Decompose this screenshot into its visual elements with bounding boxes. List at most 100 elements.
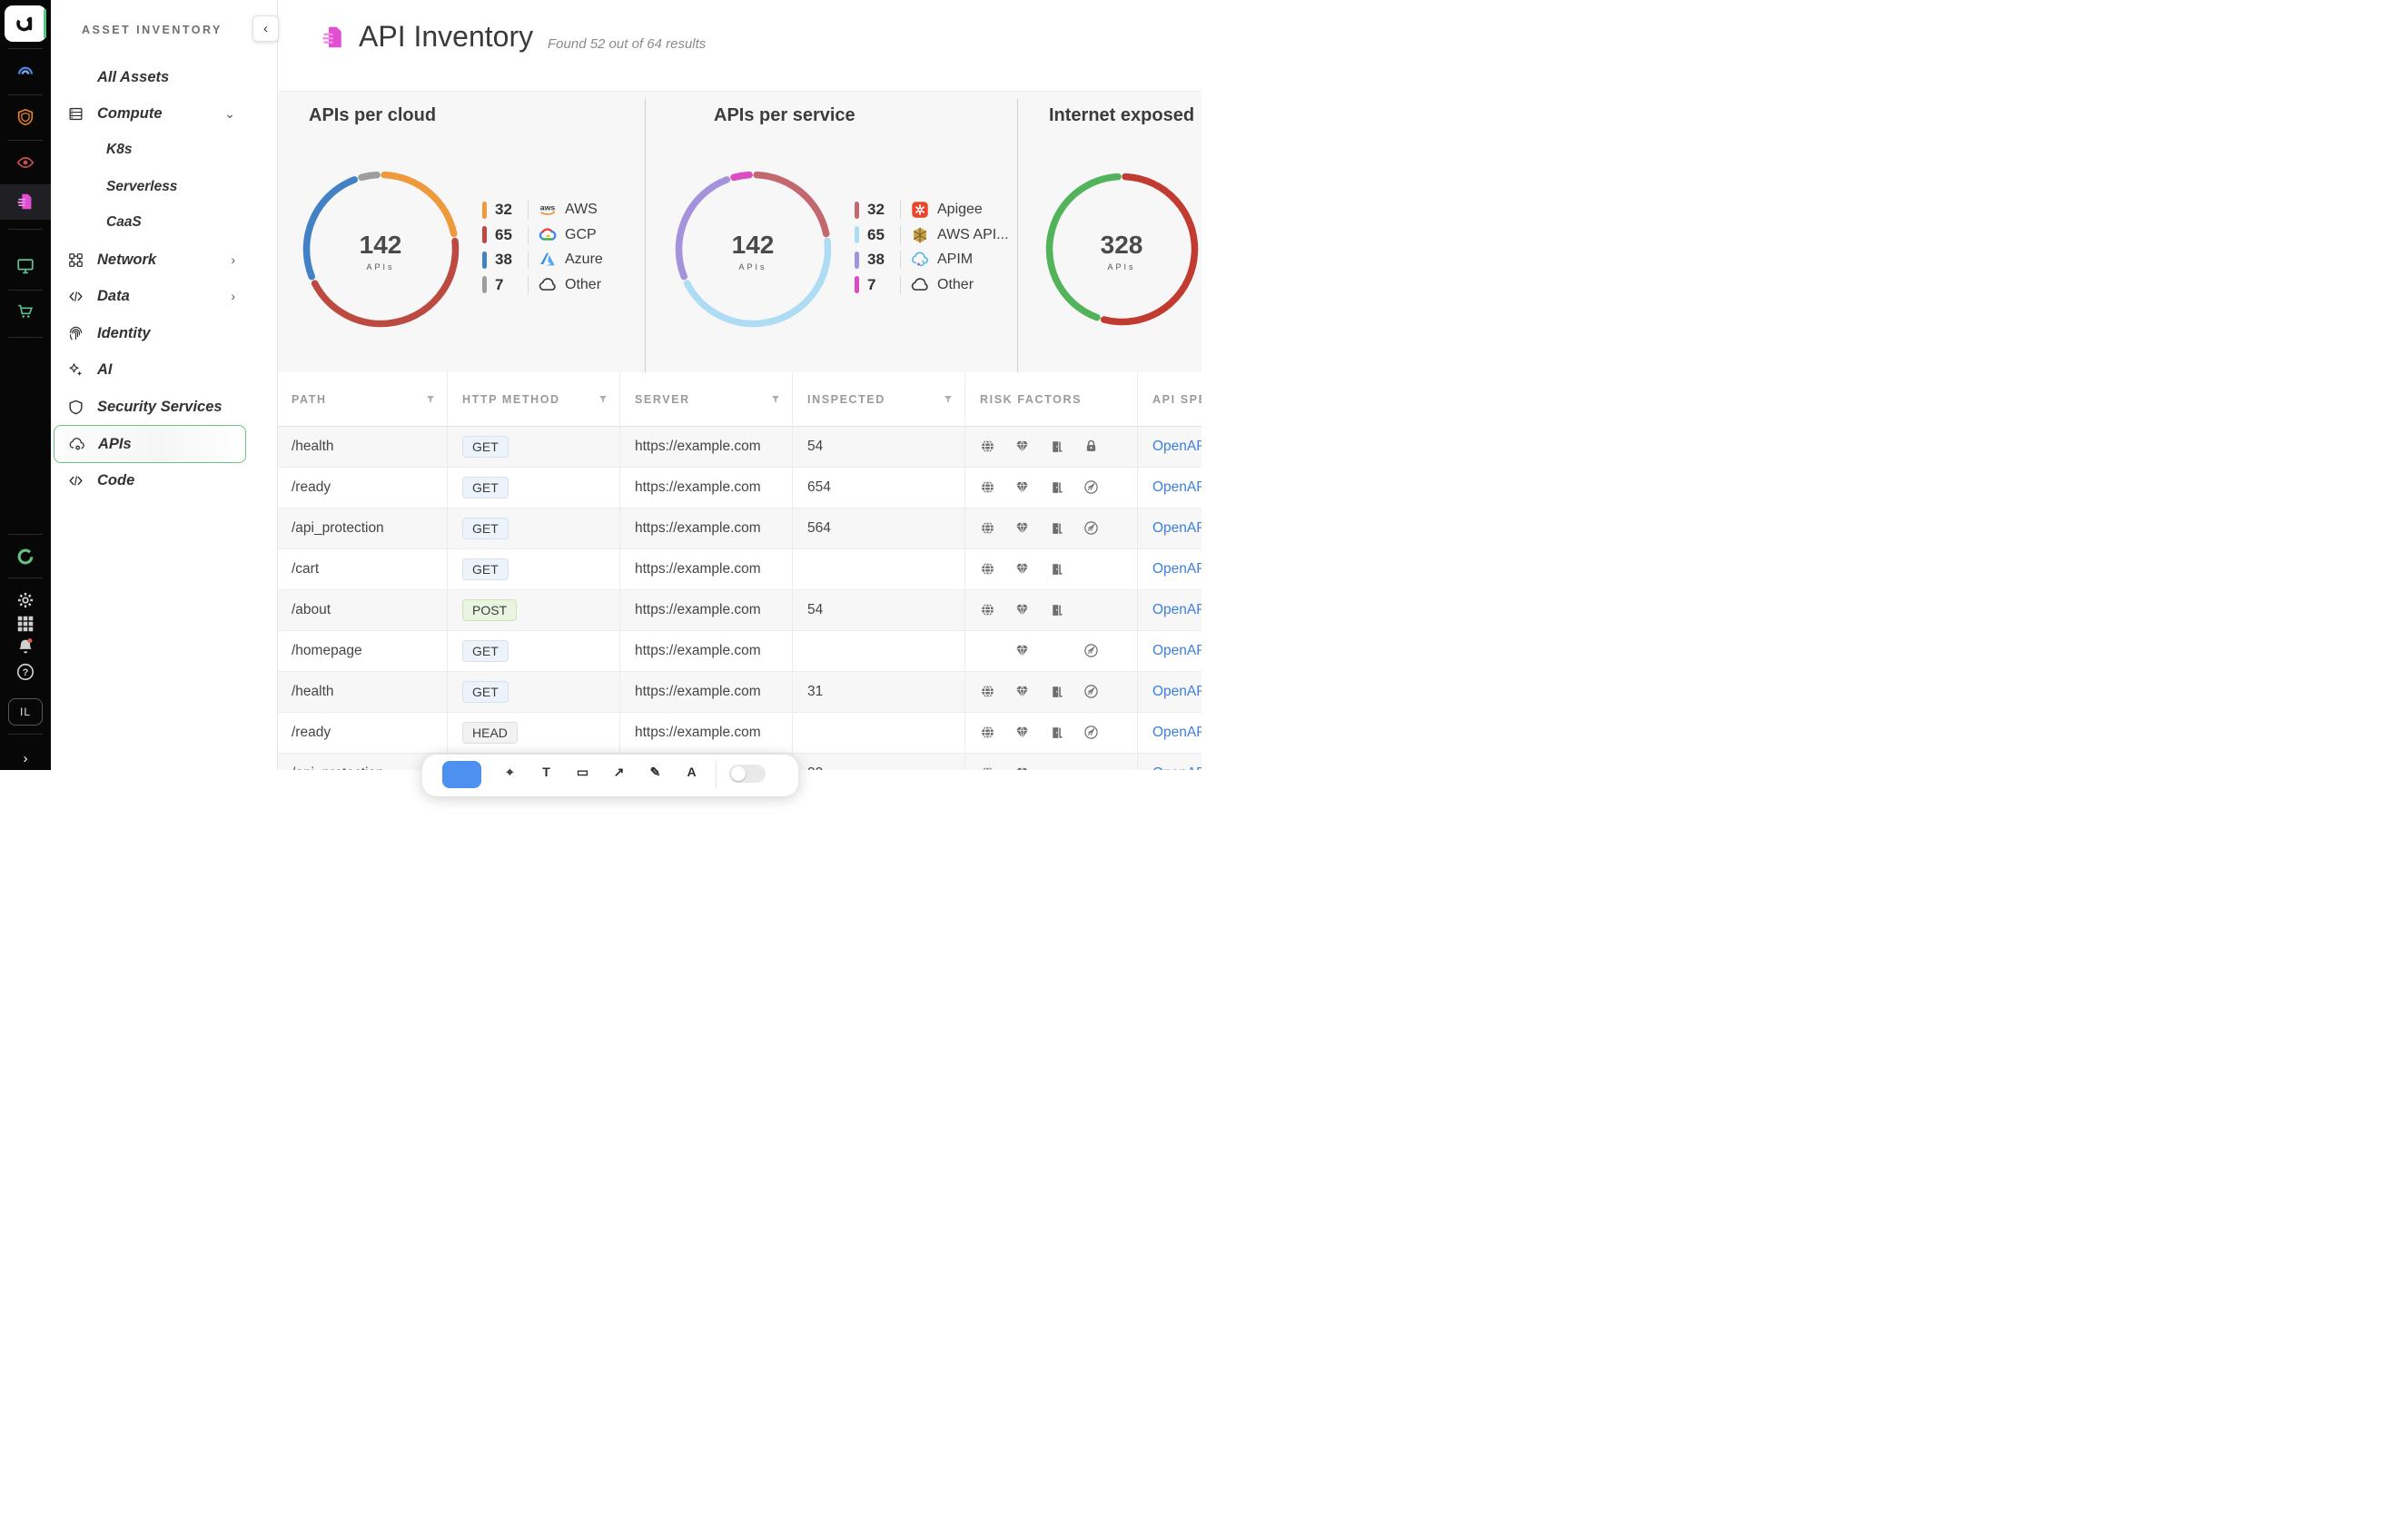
gem-risk-icon <box>1014 765 1049 770</box>
legend-value: 7 <box>495 276 526 294</box>
shape-icon[interactable]: ▭ <box>575 765 590 780</box>
lock-risk-icon <box>1083 439 1118 455</box>
legend-divider <box>900 251 901 269</box>
filter-funnel-icon[interactable] <box>770 394 781 405</box>
table-row[interactable]: /api_protectionGEThttps://example.com564… <box>277 508 1202 549</box>
shield-icon <box>67 399 84 416</box>
empty-risk-slot <box>1083 561 1118 578</box>
avatar[interactable]: IL <box>8 698 43 726</box>
globe-risk-icon <box>980 602 1014 618</box>
table-row[interactable]: /healthGEThttps://example.com31OpenAP <box>277 672 1202 713</box>
api-spec-link[interactable]: OpenAP <box>1152 684 1202 700</box>
sidebar-collapse-button[interactable]: ‹ <box>252 15 279 42</box>
legend-label: GCP <box>565 227 597 243</box>
sidebar-item-label: Security Services <box>97 399 222 416</box>
toolbar-toggle[interactable] <box>729 765 766 783</box>
table-row[interactable]: /homepageGEThttps://example.comOpenAP <box>277 631 1202 672</box>
sidebar-item-code[interactable]: Code <box>54 462 244 499</box>
table-row[interactable]: /readyHEADhttps://example.comOpenAP <box>277 713 1202 754</box>
rail-expand-chevron-icon[interactable]: › <box>24 751 28 766</box>
text-icon[interactable]: T <box>539 764 554 779</box>
arrow-icon[interactable]: ↗ <box>611 765 627 780</box>
sidebar-item-ai[interactable]: AI <box>54 351 244 388</box>
sidebar-item-serverless[interactable]: Serverless <box>54 169 244 205</box>
aws-icon: aws <box>538 200 558 220</box>
legend-divider <box>528 276 529 294</box>
sidebar-item-label: AI <box>97 361 113 379</box>
gem-icon <box>1014 643 1030 658</box>
api-doc-icon[interactable] <box>15 192 35 212</box>
path-value: /health <box>292 439 334 455</box>
door-risk-icon <box>1049 439 1083 455</box>
http-method-badge: POST <box>462 599 517 621</box>
monitor-icon[interactable] <box>15 256 35 276</box>
cart-icon[interactable] <box>15 301 35 321</box>
pen-icon[interactable]: ✎ <box>648 765 663 780</box>
cell-server: https://example.com <box>620 427 793 468</box>
sidebar-item-k8s[interactable]: K8s <box>54 132 244 168</box>
api-spec-link[interactable]: OpenAP <box>1152 439 1202 455</box>
filter-funnel-icon[interactable] <box>425 394 436 405</box>
sidebar-item-security-services[interactable]: Security Services <box>54 389 244 425</box>
legend-label: Azure <box>565 252 603 268</box>
orca-logo-icon <box>15 13 36 35</box>
door-risk-icon <box>1049 561 1083 578</box>
shield-orange-icon[interactable] <box>15 107 35 127</box>
cell-server: https://example.com <box>620 468 793 508</box>
api-spec-link[interactable]: OpenAP <box>1152 561 1202 578</box>
gcp-icon <box>538 225 558 245</box>
api-spec-link[interactable]: OpenAP <box>1152 725 1202 741</box>
table-row[interactable]: /healthGEThttps://example.com54OpenAP <box>277 427 1202 468</box>
rail-divider <box>8 534 43 535</box>
gem-icon <box>1014 561 1030 577</box>
eye-icon[interactable] <box>15 153 35 173</box>
table-row[interactable]: /cartGEThttps://example.comOpenAP <box>277 549 1202 590</box>
results-count: Found 52 out of 64 results <box>548 36 706 52</box>
api-spec-link[interactable]: OpenAP <box>1152 643 1202 659</box>
table-row[interactable]: /aboutPOSThttps://example.com54OpenAP <box>277 590 1202 631</box>
filter-funnel-icon[interactable] <box>598 394 608 405</box>
api-spec-link[interactable]: OpenAP <box>1152 765 1202 770</box>
cell-http-method: GET <box>448 468 620 508</box>
server-value: https://example.com <box>635 439 761 455</box>
gear-icon[interactable] <box>15 590 35 610</box>
donut-center-service: 142 APIs <box>689 231 816 271</box>
toolbar-primary-button[interactable] <box>442 761 481 788</box>
door-icon <box>1049 602 1064 617</box>
filter-funnel-icon[interactable] <box>943 394 954 405</box>
table-row[interactable]: /readyGEThttps://example.com654OpenAP <box>277 468 1202 508</box>
door-icon <box>1049 561 1064 577</box>
annotate-icon[interactable]: A <box>684 764 699 779</box>
legend-item-gcp: 65GCP <box>482 224 597 246</box>
sidebar-item-compute[interactable]: Compute⌄ <box>54 95 244 132</box>
bell-icon[interactable] <box>15 637 35 656</box>
door-icon <box>1049 520 1064 536</box>
legend-divider <box>528 226 529 244</box>
ring-icon[interactable] <box>15 547 35 567</box>
owasp-icon <box>1083 684 1099 699</box>
grid-icon[interactable] <box>15 614 35 634</box>
cell-api-spec: OpenAP <box>1138 508 1202 549</box>
floating-toolbar: ⌖ T ▭ ↗ ✎ A <box>422 755 798 796</box>
sidebar-item-network[interactable]: Network› <box>54 242 244 278</box>
azure-icon <box>538 250 558 270</box>
api-spec-link[interactable]: OpenAP <box>1152 479 1202 496</box>
column-header-http-method: HTTP METHOD <box>448 372 620 427</box>
sidebar-item-identity[interactable]: Identity <box>54 315 244 351</box>
server-value: https://example.com <box>635 725 761 741</box>
legend-value: 32 <box>867 201 898 219</box>
help-icon[interactable]: ? <box>15 662 35 682</box>
cell-inspected: 654 <box>793 468 965 508</box>
sidebar-item-data[interactable]: Data› <box>54 278 244 314</box>
sidebar-item-apis[interactable]: APIs <box>54 425 246 463</box>
sidebar-item-caas[interactable]: CaaS <box>54 204 244 241</box>
legend-color-tick <box>855 202 859 219</box>
radar-icon[interactable] <box>15 61 35 81</box>
pointer-icon[interactable]: ⌖ <box>502 765 518 780</box>
sidebar-item-all-assets[interactable]: All Assets <box>54 59 244 95</box>
api-spec-link[interactable]: OpenAP <box>1152 520 1202 537</box>
legend-color-tick <box>482 226 487 243</box>
api-spec-link[interactable]: OpenAP <box>1152 602 1202 618</box>
apigee-icon <box>910 200 930 220</box>
logo-tile[interactable] <box>5 5 46 42</box>
